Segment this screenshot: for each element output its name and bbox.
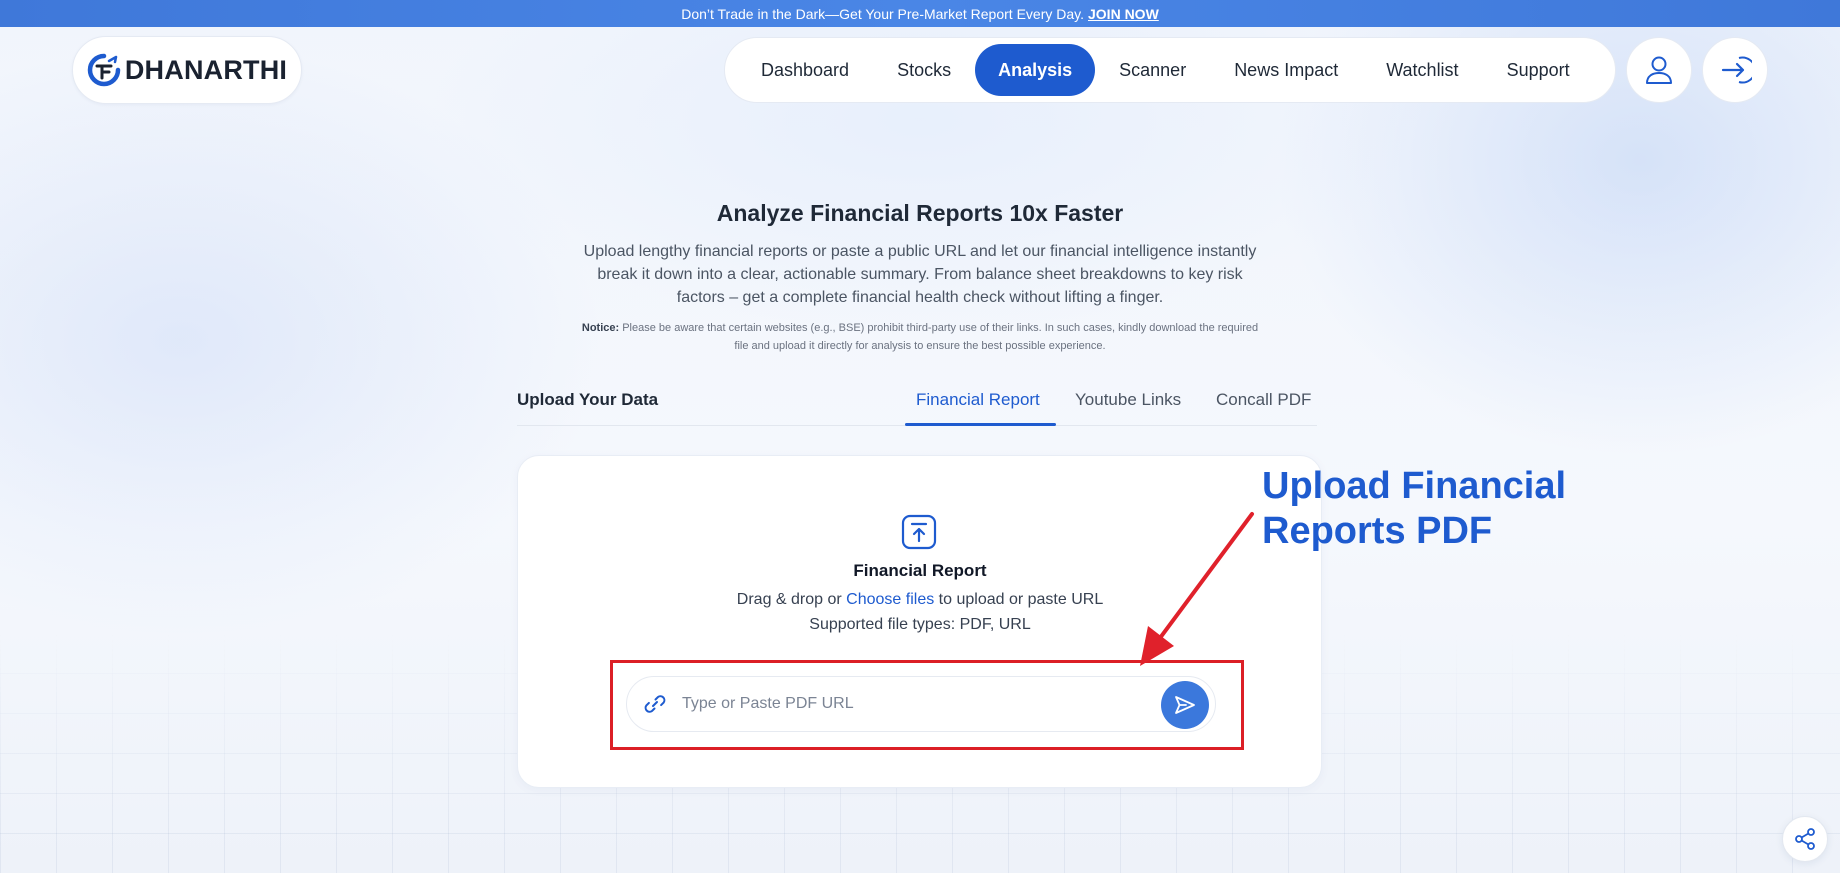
active-tab-indicator (905, 423, 1056, 426)
nav-watchlist[interactable]: Watchlist (1362, 44, 1482, 96)
upload-icon (901, 514, 937, 550)
annotation-text: Upload Financial Reports PDF (1262, 464, 1566, 554)
annotation-line-2: Reports PDF (1262, 510, 1493, 552)
notice-body: Please be aware that certain websites (e… (622, 322, 1259, 352)
pdf-url-input[interactable] (682, 695, 1142, 713)
url-input-container (626, 676, 1216, 732)
annotation-line-1: Upload Financial (1262, 465, 1567, 507)
nav-stocks[interactable]: Stocks (873, 44, 975, 96)
profile-button[interactable] (1626, 37, 1692, 103)
supported-file-types: Supported file types: PDF, URL (809, 616, 1031, 633)
upload-section-label: Upload Your Data (517, 390, 659, 409)
submit-url-button[interactable] (1161, 681, 1209, 729)
brand-logo[interactable]: DHANARTHI (72, 36, 302, 104)
nav-analysis[interactable]: Analysis (975, 44, 1096, 96)
logo-text: DHANARTHI (124, 54, 288, 85)
upload-card-title: Financial Report (853, 561, 987, 580)
main-nav: Dashboard Stocks Analysis Scanner News I… (724, 37, 1616, 103)
annotation-arrow-icon (1140, 512, 1254, 666)
share-icon (1795, 828, 1815, 850)
user-icon (1646, 56, 1672, 84)
send-icon (1175, 696, 1195, 714)
dhanarthi-logo-icon (87, 53, 121, 87)
login-arrow-icon (1721, 56, 1752, 84)
nav-support[interactable]: Support (1483, 44, 1594, 96)
nav-scanner[interactable]: Scanner (1095, 44, 1210, 96)
share-button[interactable] (1782, 816, 1828, 862)
drag-drop-text: Drag & drop or (736, 591, 842, 608)
tab-youtube-links[interactable]: Youtube Links (1075, 390, 1181, 410)
upload-instructions: Drag & drop or Choose files to upload or… (0, 591, 1840, 609)
nav-dashboard[interactable]: Dashboard (737, 44, 873, 96)
tab-financial-report[interactable]: Financial Report (916, 390, 1040, 410)
promo-banner-text: Don’t Trade in the Dark—Get Your Pre-Mar… (681, 5, 1084, 22)
choose-files-link[interactable]: Choose files (846, 591, 934, 608)
upload-paste-text: to upload or paste URL (938, 591, 1104, 608)
notice-label: Notice: (581, 322, 620, 334)
notice-text: Notice: Please be aware that certain web… (580, 319, 1260, 355)
join-now-link[interactable]: JOIN NOW (1088, 6, 1159, 22)
tab-concall-pdf[interactable]: Concall PDF (1216, 390, 1311, 410)
nav-news-impact[interactable]: News Impact (1210, 44, 1362, 96)
link-icon (644, 695, 666, 713)
login-button[interactable] (1702, 37, 1768, 103)
promo-banner: Don’t Trade in the Dark—Get Your Pre-Mar… (0, 0, 1840, 27)
page-title: Analyze Financial Reports 10x Faster (716, 200, 1124, 226)
page-description: Upload lengthy financial reports or past… (583, 243, 1257, 306)
